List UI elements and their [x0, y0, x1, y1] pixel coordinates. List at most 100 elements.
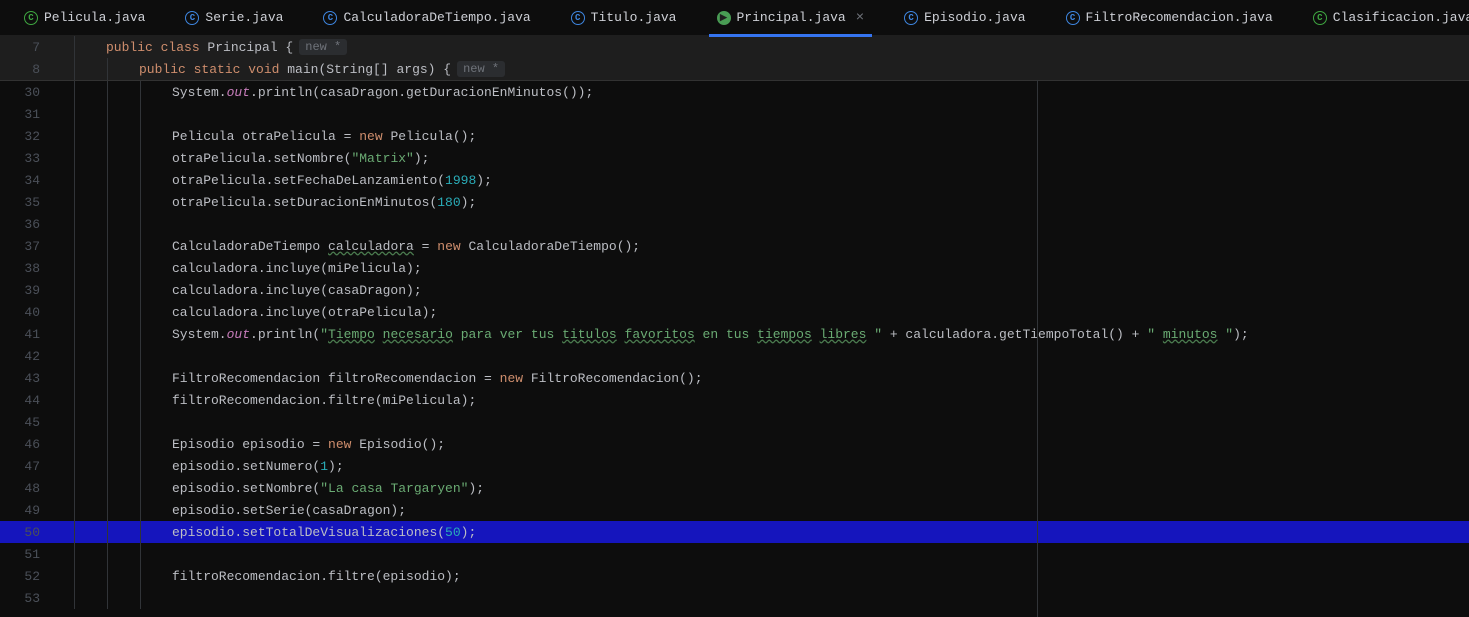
tab-calculadoradetiempo[interactable]: CCalculadoraDeTiempo.java	[315, 0, 538, 36]
code-content: filtroRecomendacion.filtre(miPelicula);	[172, 393, 476, 408]
indent-guide	[107, 103, 108, 125]
indent-guide	[74, 279, 75, 301]
indent-guide	[107, 301, 108, 323]
code-line[interactable]: 49episodio.setSerie(casaDragon);	[0, 499, 1469, 521]
tab-serie[interactable]: CSerie.java	[177, 0, 291, 36]
code-line[interactable]: 39calculadora.incluye(casaDragon);	[0, 279, 1469, 301]
indent-guide	[74, 499, 75, 521]
indent-guide	[107, 389, 108, 411]
code-line[interactable]: 32Pelicula otraPelicula = new Pelicula()…	[0, 125, 1469, 147]
code-line[interactable]: 51	[0, 543, 1469, 565]
indent-guide	[107, 125, 108, 147]
java-class-icon: C	[24, 11, 38, 25]
code-line[interactable]: 45	[0, 411, 1469, 433]
indent-guide	[107, 521, 108, 543]
java-class-icon: ▶	[717, 11, 731, 25]
tab-label: Clasificacion.java	[1333, 10, 1469, 25]
line-number: 36	[0, 217, 58, 232]
indent-guide	[140, 147, 141, 169]
code-content: filtroRecomendacion.filtre(episodio);	[172, 569, 461, 584]
tab-label: Episodio.java	[924, 10, 1025, 25]
line-number: 53	[0, 591, 58, 606]
code-line[interactable]: 34otraPelicula.setFechaDeLanzamiento(199…	[0, 169, 1469, 191]
tab-episodio[interactable]: C Episodio.java	[896, 0, 1033, 36]
indent-guide	[107, 433, 108, 455]
indent-guide	[74, 433, 75, 455]
java-class-icon: C	[323, 11, 337, 25]
close-icon[interactable]: ×	[856, 10, 864, 26]
tab-principal[interactable]: ▶ Principal.java ×	[709, 0, 873, 36]
code-content: otraPelicula.setFechaDeLanzamiento(1998)…	[172, 173, 492, 188]
indent-guide	[74, 411, 75, 433]
indent-guide	[74, 521, 75, 543]
indent-guide	[74, 389, 75, 411]
tab-label: Principal.java	[737, 10, 846, 25]
right-margin-guide	[1037, 80, 1038, 617]
line-number: 46	[0, 437, 58, 452]
indent-guide	[107, 213, 108, 235]
indent-guide	[140, 433, 141, 455]
indent-guide	[140, 389, 141, 411]
indent-guide	[107, 191, 108, 213]
code-editor[interactable]: 30System.out.println(casaDragon.getDurac…	[0, 81, 1469, 609]
indent-guide	[140, 191, 141, 213]
line-number: 32	[0, 129, 58, 144]
indent-guide	[74, 169, 75, 191]
code-line[interactable]: 38 calculadora.incluye(miPelicula);	[0, 257, 1469, 279]
java-class-icon: C	[904, 11, 918, 25]
indent-guide	[107, 565, 108, 587]
indent-guide	[140, 367, 141, 389]
indent-guide	[107, 323, 108, 345]
java-class-icon: C	[185, 11, 199, 25]
indent-guide	[140, 345, 141, 367]
code-line[interactable]: 42	[0, 345, 1469, 367]
code-content: public class Principal {	[106, 40, 293, 55]
java-class-icon: C	[1066, 11, 1080, 25]
sticky-line[interactable]: 7public class Principal {new *	[0, 36, 1469, 58]
code-line[interactable]: 44 filtroRecomendacion.filtre(miPelicula)…	[0, 389, 1469, 411]
line-number: 30	[0, 85, 58, 100]
line-number: 38	[0, 261, 58, 276]
indent-guide	[140, 169, 141, 191]
code-line[interactable]: 52 filtroRecomendacion.filtre(episodio);	[0, 565, 1469, 587]
line-number: 33	[0, 151, 58, 166]
code-line[interactable]: 35otraPelicula.setDuracionEnMinutos(180)…	[0, 191, 1469, 213]
code-content: CalculadoraDeTiempo calculadora = new Ca…	[172, 239, 640, 254]
indent-guide	[107, 81, 108, 103]
tab-filtrorecomendacion[interactable]: CFiltroRecomendacion.java	[1058, 0, 1281, 36]
indent-guide	[74, 103, 75, 125]
line-number: 52	[0, 569, 58, 584]
code-line[interactable]: 48episodio.setNombre("La casa Targaryen"…	[0, 477, 1469, 499]
indent-guide	[107, 411, 108, 433]
indent-guide	[74, 58, 75, 80]
code-line[interactable]: 43FiltroRecomendacion filtroRecomendacio…	[0, 367, 1469, 389]
tab-pelicula[interactable]: CPelicula.java	[16, 0, 153, 36]
tab-clasificacion[interactable]: CClasificacion.java	[1305, 0, 1469, 36]
code-line[interactable]: 47episodio.setNumero(1);	[0, 455, 1469, 477]
code-line[interactable]: 46Episodio episodio = new Episodio();	[0, 433, 1469, 455]
indent-guide	[74, 301, 75, 323]
indent-guide	[107, 257, 108, 279]
tab-titulo[interactable]: CTitulo.java	[563, 0, 685, 36]
code-line[interactable]: 53	[0, 587, 1469, 609]
code-content: calculadora.incluye(miPelicula);	[172, 261, 422, 276]
code-line[interactable]: 31	[0, 103, 1469, 125]
code-content: FiltroRecomendacion filtroRecomendacion …	[172, 371, 703, 386]
code-line[interactable]: 41System.out.println("Tiempo necesario p…	[0, 323, 1469, 345]
indent-guide	[140, 323, 141, 345]
indent-guide	[140, 521, 141, 543]
code-line[interactable]: 37 CalculadoraDeTiempo calculadora = new …	[0, 235, 1469, 257]
java-class-icon: C	[571, 11, 585, 25]
code-line[interactable]: 40calculadora.incluye(otraPelicula);	[0, 301, 1469, 323]
indent-guide	[140, 81, 141, 103]
code-line[interactable]: 50episodio.setTotalDeVisualizaciones(50)…	[0, 521, 1469, 543]
code-content: episodio.setNombre("La casa Targaryen");	[172, 481, 484, 496]
code-line[interactable]: 33otraPelicula.setNombre("Matrix");	[0, 147, 1469, 169]
indent-guide	[107, 147, 108, 169]
line-number: 37	[0, 239, 58, 254]
indent-guide	[140, 103, 141, 125]
sticky-line[interactable]: 8public static void main(String[] args) …	[0, 58, 1469, 80]
code-line[interactable]: 30System.out.println(casaDragon.getDurac…	[0, 81, 1469, 103]
line-number: 44	[0, 393, 58, 408]
code-line[interactable]: 36	[0, 213, 1469, 235]
